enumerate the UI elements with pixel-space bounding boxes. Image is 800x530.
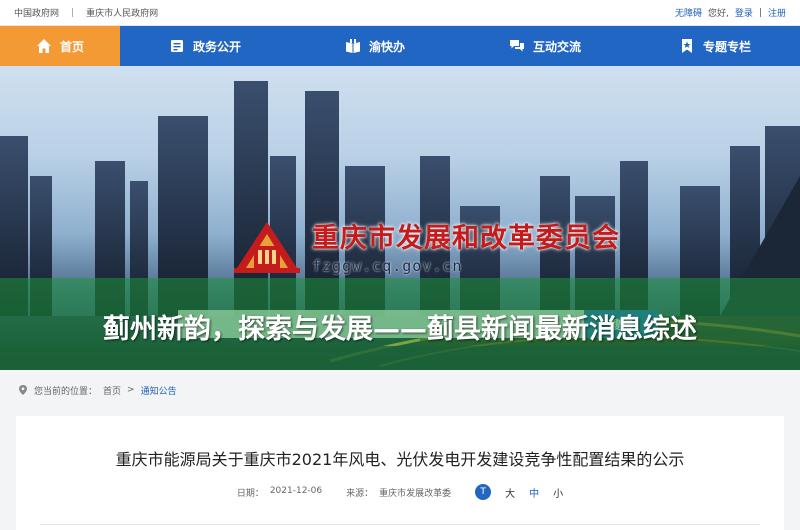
breadcrumb-arrow: > <box>127 385 135 395</box>
nav-label-gov-affairs: 政务公开 <box>192 39 241 54</box>
gov-cn-link[interactable]: 中国政府网 <box>14 6 59 19</box>
breadcrumb: 您当前的位置： 首页 > 通知公告 <box>0 370 800 410</box>
nav-item-yukuaiban[interactable]: 渝快办 <box>290 26 460 66</box>
source-value: 重庆市发展改革委 <box>379 488 452 499</box>
book-icon <box>345 39 360 53</box>
top-separator: | <box>71 7 75 18</box>
article-divider <box>40 524 760 525</box>
font-size-icon: T <box>475 484 492 500</box>
article-date: 日期： 2021-12-06 <box>237 486 322 499</box>
source-label: 来源： <box>346 488 374 499</box>
nav-item-interaction[interactable]: 互动交流 <box>460 26 630 66</box>
org-name: 重庆市发展和改革委员会 <box>312 223 620 254</box>
top-links: 中国政府网 | 重庆市人民政府网 <box>14 6 158 20</box>
top-bar: 中国政府网 | 重庆市人民政府网 无障碍 您好, 登录 | 注册 <box>0 0 800 26</box>
register-link[interactable]: 注册 <box>768 6 786 19</box>
nav-label-home: 首页 <box>59 39 84 54</box>
breadcrumb-home[interactable]: 首页 <box>103 384 121 397</box>
login-link[interactable]: 登录 <box>735 6 753 19</box>
font-small-button[interactable]: 小 <box>553 485 563 500</box>
font-medium-button[interactable]: 中 <box>529 485 539 500</box>
date-value: 2021-12-06 <box>269 485 323 496</box>
nav-label-yukuaiban: 渝快办 <box>368 39 405 54</box>
nav-item-special-topics[interactable]: 专题专栏 <box>630 26 800 66</box>
login-separator: | <box>758 7 762 18</box>
bookmark-icon <box>681 39 692 53</box>
chat-icon <box>509 40 524 52</box>
article-card: 重庆市能源局关于重庆市2021年风电、光伏发电开发建设竞争性配置结果的公示 日期… <box>16 416 784 530</box>
accessibility-link[interactable]: 无障碍 <box>675 6 702 19</box>
breadcrumb-label: 您当前的位置： <box>34 386 98 397</box>
breadcrumb-current[interactable]: 通知公告 <box>141 384 177 397</box>
article-title: 重庆市能源局关于重庆市2021年风电、光伏发电开发建设竞争性配置结果的公示 <box>115 450 685 469</box>
date-label: 日期： <box>236 488 264 499</box>
home-icon <box>36 39 51 53</box>
main-nav: 首页 政务公开 渝快办 互动交流 专题专栏 <box>0 26 800 66</box>
location-icon <box>19 385 27 395</box>
emblem-icon <box>234 222 300 273</box>
overlay-title: 蓟州新韵，探索与发展——蓟县新闻最新消息综述 <box>103 313 697 345</box>
nav-item-home[interactable]: 首页 <box>0 26 120 66</box>
font-large-button[interactable]: 大 <box>505 485 515 500</box>
hero-banner: 重庆市发展和改革委员会 fzggw.cq.gov.cn 搜索 蓟州新韵，探索与发… <box>0 66 800 370</box>
cq-gov-link[interactable]: 重庆市人民政府网 <box>86 6 158 19</box>
org-url: fzggw.cq.gov.cn <box>312 257 463 275</box>
nav-item-gov-affairs[interactable]: 政务公开 <box>120 26 290 66</box>
org-logo: 重庆市发展和改革委员会 fzggw.cq.gov.cn <box>232 216 620 275</box>
user-links: 无障碍 您好, 登录 | 注册 <box>675 6 786 20</box>
greeting-text: 您好, <box>708 9 729 19</box>
nav-label-special-topics: 专题专栏 <box>702 39 751 54</box>
article-meta: 日期： 2021-12-06 来源： 重庆市发展改革委 T 大 中 小 <box>16 484 784 500</box>
title-overlay: 蓟州新韵，探索与发展——蓟县新闻最新消息综述 <box>0 278 800 370</box>
nav-label-interaction: 互动交流 <box>532 39 581 54</box>
font-size-switcher: T 大 中 小 <box>475 484 563 500</box>
article-source: 来源： 重庆市发展改革委 <box>346 486 451 499</box>
document-icon <box>170 40 183 52</box>
